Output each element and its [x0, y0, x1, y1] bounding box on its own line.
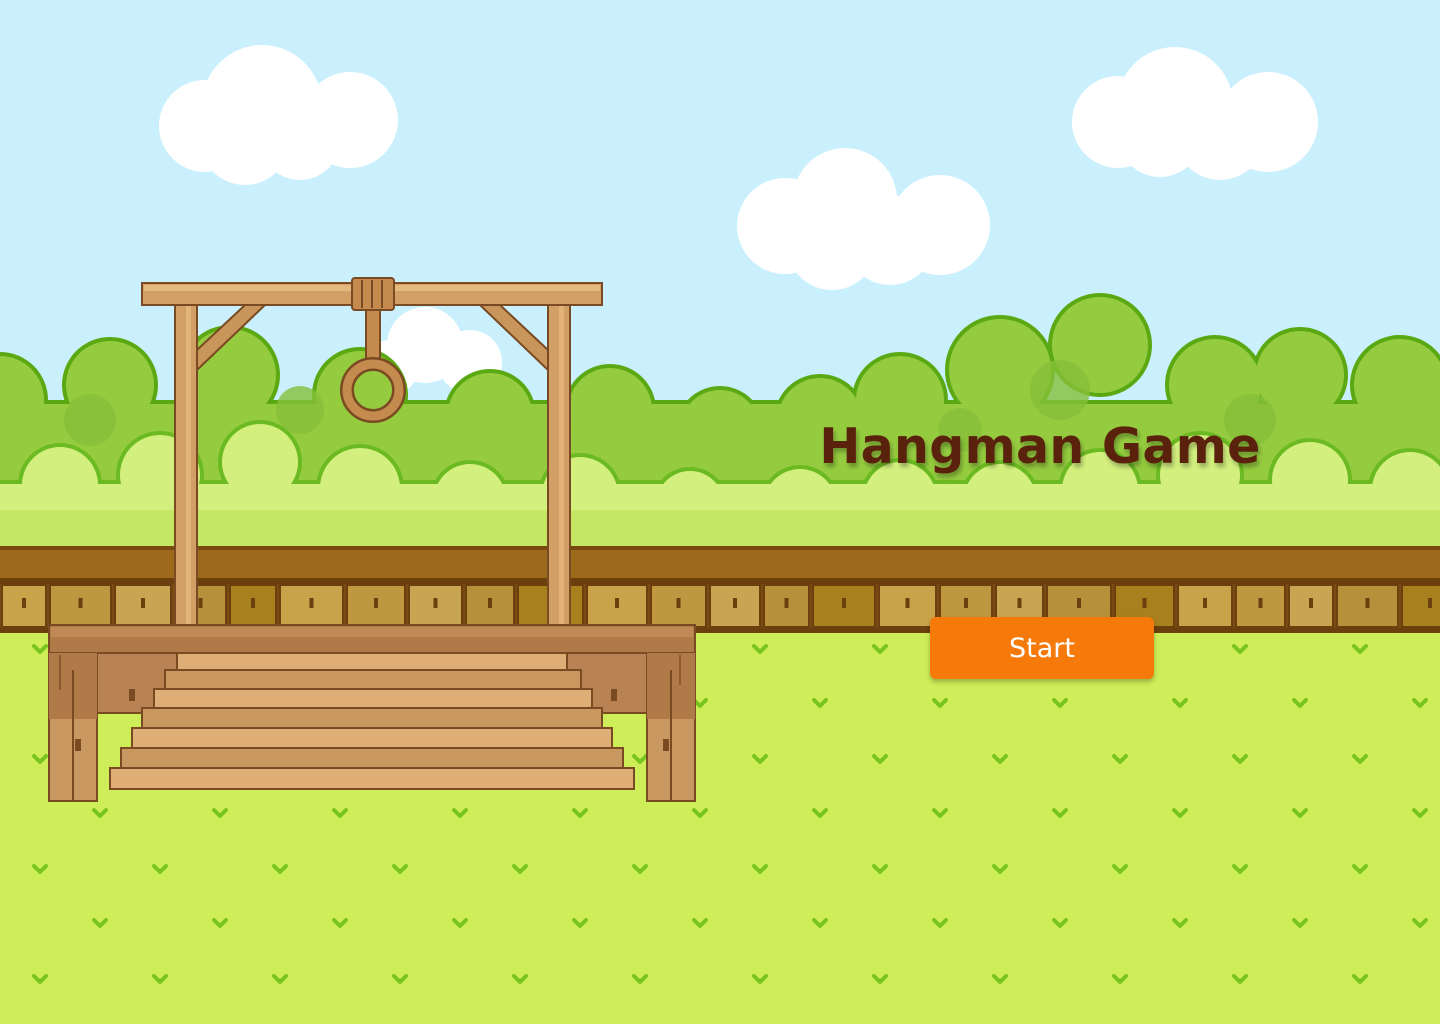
fence-nail — [733, 598, 737, 608]
fence-nail — [1258, 598, 1263, 608]
game-title: Hangman Game — [819, 418, 1261, 475]
fence-nail — [784, 598, 789, 608]
fence-nail — [615, 598, 619, 608]
fence-nail — [1309, 598, 1313, 608]
fence-nail — [1077, 598, 1081, 608]
fence-nail — [1017, 598, 1022, 608]
fence-nail — [905, 598, 910, 608]
fence-nail — [1365, 598, 1370, 608]
fence-nail — [964, 598, 968, 608]
fence-nail — [1203, 598, 1207, 608]
fence-nail — [141, 598, 145, 608]
fence-nail — [676, 598, 681, 608]
fence-nail — [198, 598, 203, 608]
fence-nail — [1428, 598, 1432, 608]
fence-nail — [78, 598, 83, 608]
fence-nail — [309, 598, 314, 608]
game-background — [0, 0, 1440, 1024]
fence-plank — [1401, 584, 1440, 628]
fence-nail — [374, 598, 378, 608]
fence-nail — [488, 598, 492, 608]
fence-nail — [1142, 598, 1147, 608]
staircase-icon — [109, 652, 635, 790]
fence-nail — [842, 598, 846, 608]
fence-nail — [433, 598, 438, 608]
start-button[interactable]: Start — [930, 617, 1154, 679]
fence-nail — [251, 598, 255, 608]
fence-nail — [22, 598, 26, 608]
fence-icon — [0, 546, 1440, 633]
